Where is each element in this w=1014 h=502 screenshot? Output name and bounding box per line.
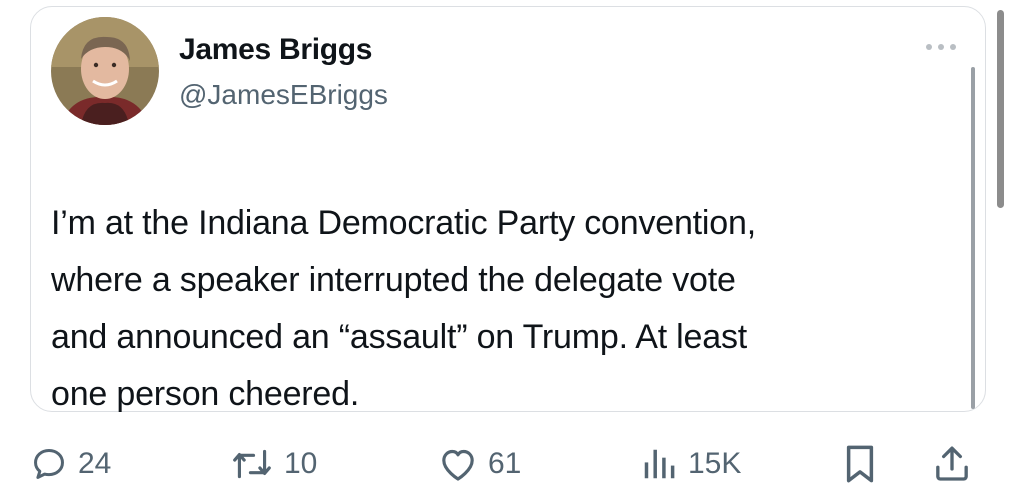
heart-icon (442, 449, 474, 481)
more-options-button[interactable] (921, 37, 961, 57)
like-count: 61 (488, 447, 522, 480)
tweet-text-line: I’m at the Indiana Democratic Party conv… (51, 204, 756, 242)
reply-count: 24 (78, 447, 112, 480)
action-bar: 24 10 61 15K (0, 436, 1014, 492)
tweet-card[interactable]: James Briggs @JamesEBriggs I’m at the In… (30, 6, 986, 413)
scrollbar[interactable] (997, 10, 1004, 208)
avatar[interactable] (51, 17, 159, 125)
card-divider (971, 67, 975, 409)
share-button[interactable] (932, 436, 972, 492)
share-upload-icon (936, 446, 968, 481)
repost-arrows-icon (233, 449, 271, 479)
tweet-text-line: where a speaker interrupted the delegate… (51, 261, 736, 299)
ellipsis-icon (926, 44, 956, 50)
author-name[interactable]: James Briggs (179, 33, 372, 67)
tweet-text-line: and announced an “assault” on Trump. At … (51, 318, 748, 356)
repost-button[interactable]: 10 (230, 436, 317, 492)
repost-count: 10 (284, 447, 318, 480)
bar-chart-icon (644, 449, 675, 479)
reply-button[interactable]: 24 (30, 436, 111, 492)
tweet-text-line: one person cheered. (51, 375, 360, 413)
views-button[interactable]: 15K (640, 436, 741, 492)
author-handle[interactable]: @JamesEBriggs (179, 79, 388, 111)
speech-bubble-icon (34, 449, 64, 479)
like-button[interactable]: 61 (438, 436, 521, 492)
view-count: 15K (688, 447, 742, 480)
tweet-text: I’m at the Indiana Democratic Party conv… (51, 195, 951, 423)
bookmark-button[interactable] (842, 436, 878, 492)
bookmark-icon (846, 445, 874, 483)
